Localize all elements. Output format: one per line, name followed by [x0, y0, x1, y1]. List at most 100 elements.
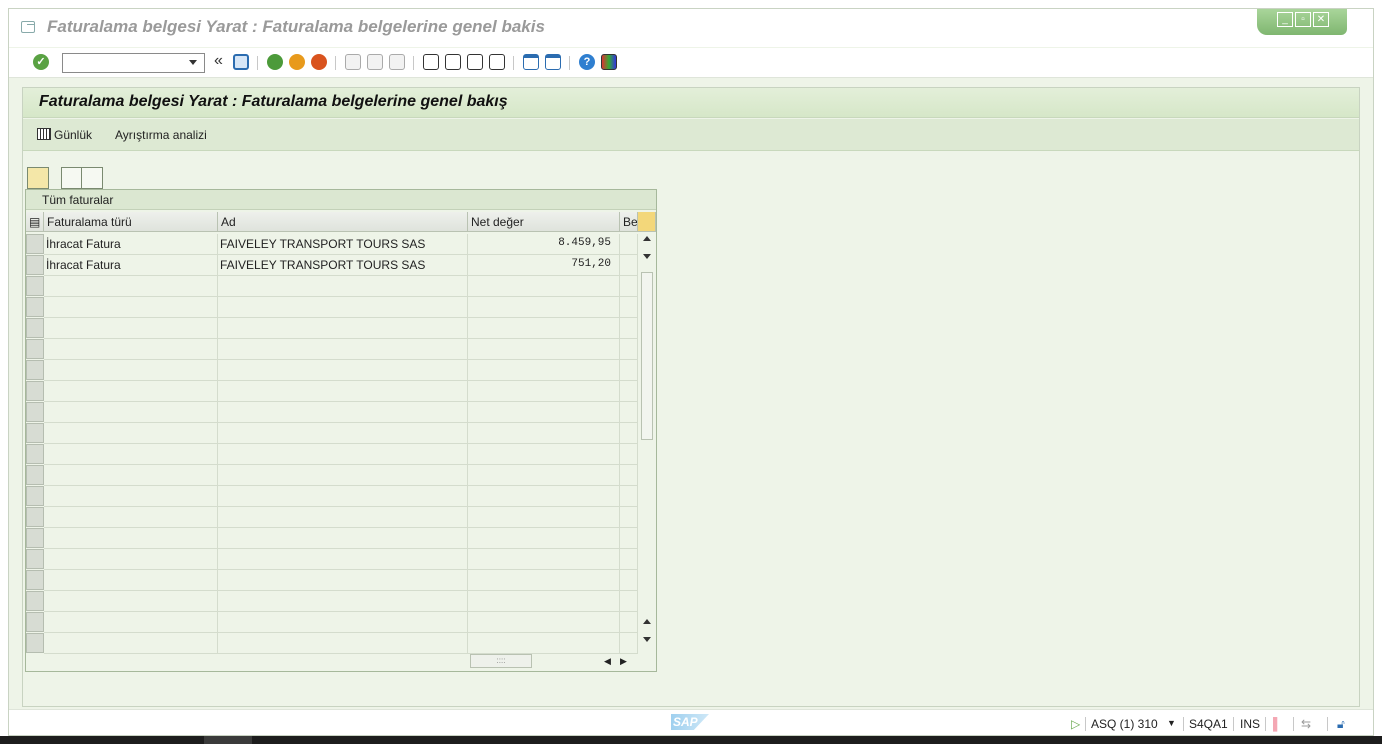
cell-billing-type[interactable] [44, 339, 218, 360]
cell-net-value[interactable] [468, 612, 620, 633]
cell-name[interactable] [218, 465, 468, 486]
log-button[interactable]: Günlük [54, 128, 92, 142]
first-page-icon[interactable] [423, 54, 439, 70]
cell-be[interactable] [620, 276, 638, 297]
select-layout-icon[interactable] [61, 167, 83, 189]
command-field[interactable] [62, 53, 205, 73]
cell-be[interactable] [620, 465, 638, 486]
cell-name[interactable] [218, 549, 468, 570]
row-selector[interactable] [26, 570, 44, 590]
cell-billing-type[interactable] [44, 591, 218, 612]
exit-icon[interactable] [289, 54, 305, 70]
cell-be[interactable] [620, 528, 638, 549]
cell-net-value[interactable] [468, 444, 620, 465]
cell-be[interactable] [620, 255, 638, 276]
row-selector[interactable] [26, 591, 44, 611]
cell-net-value[interactable] [468, 360, 620, 381]
row-selector[interactable] [26, 234, 44, 254]
scroll-down-icon[interactable] [643, 254, 651, 259]
cell-net-value[interactable]: 8.459,95 [468, 234, 620, 255]
cell-billing-type[interactable] [44, 507, 218, 528]
scroll-page-up-icon[interactable] [643, 619, 651, 624]
cell-name[interactable] [218, 591, 468, 612]
cell-name[interactable] [218, 381, 468, 402]
row-selector[interactable] [26, 297, 44, 317]
row-selector[interactable] [26, 507, 44, 527]
cell-name[interactable] [218, 486, 468, 507]
cell-billing-type[interactable] [44, 570, 218, 591]
cell-be[interactable] [620, 402, 638, 423]
cell-name[interactable] [218, 318, 468, 339]
cell-be[interactable] [620, 318, 638, 339]
row-selector[interactable] [26, 465, 44, 485]
column-header-be[interactable]: Be [620, 212, 638, 232]
cell-be[interactable] [620, 297, 638, 318]
find-next-icon[interactable] [389, 54, 405, 70]
cell-billing-type[interactable] [44, 360, 218, 381]
cell-net-value[interactable] [468, 276, 620, 297]
cell-name[interactable] [218, 444, 468, 465]
row-selector[interactable] [26, 255, 44, 275]
cell-net-value[interactable] [468, 528, 620, 549]
cell-name[interactable] [218, 276, 468, 297]
cell-billing-type[interactable] [44, 402, 218, 423]
cell-net-value[interactable] [468, 570, 620, 591]
collapse-command-field-icon[interactable]: « [214, 52, 223, 70]
row-selector[interactable] [26, 549, 44, 569]
back-icon[interactable] [267, 54, 283, 70]
cell-name[interactable] [218, 507, 468, 528]
cell-be[interactable] [620, 570, 638, 591]
cell-net-value[interactable] [468, 633, 620, 654]
cell-billing-type[interactable]: İhracat Fatura [44, 255, 218, 276]
row-selector[interactable] [26, 486, 44, 506]
cell-net-value[interactable] [468, 486, 620, 507]
cell-billing-type[interactable] [44, 381, 218, 402]
scroll-right-icon[interactable]: ▶ [620, 656, 627, 667]
next-page-icon[interactable] [467, 54, 483, 70]
print-icon[interactable] [345, 54, 361, 70]
cell-billing-type[interactable] [44, 444, 218, 465]
cell-be[interactable] [620, 549, 638, 570]
shortcut-icon[interactable] [545, 54, 561, 70]
cell-billing-type[interactable] [44, 612, 218, 633]
log-icon[interactable] [37, 128, 51, 140]
system-info[interactable]: ASQ (1) 310 [1091, 717, 1158, 731]
cell-billing-type[interactable] [44, 549, 218, 570]
cell-billing-type[interactable] [44, 465, 218, 486]
scroll-thumb[interactable] [641, 272, 653, 440]
cell-be[interactable] [620, 339, 638, 360]
help-icon[interactable]: ? [579, 54, 595, 70]
split-analysis-button[interactable]: Ayrıştırma analizi [115, 128, 207, 142]
cell-billing-type[interactable] [44, 423, 218, 444]
cell-name[interactable] [218, 402, 468, 423]
cell-billing-type[interactable] [44, 276, 218, 297]
row-selector[interactable] [26, 276, 44, 296]
column-settings-icon[interactable] [638, 212, 656, 232]
cell-net-value[interactable] [468, 402, 620, 423]
window-menu-icon[interactable] [21, 21, 35, 33]
horizontal-scrollbar[interactable]: :::: ◀ ▶ [470, 654, 630, 668]
customize-layout-icon[interactable] [601, 54, 617, 70]
cell-name[interactable] [218, 570, 468, 591]
cell-name[interactable] [218, 612, 468, 633]
scroll-up-icon[interactable] [643, 236, 651, 241]
cell-net-value[interactable] [468, 318, 620, 339]
column-header-net-value[interactable]: Net değer [468, 212, 620, 232]
cell-be[interactable] [620, 423, 638, 444]
cell-billing-type[interactable] [44, 297, 218, 318]
select-all-icon[interactable]: ▤ [26, 212, 44, 232]
cell-be[interactable] [620, 507, 638, 528]
row-selector[interactable] [26, 423, 44, 443]
cell-name[interactable]: FAIVELEY TRANSPORT TOURS SAS [218, 234, 468, 255]
cell-net-value[interactable]: 751,20 [468, 255, 620, 276]
cancel-icon[interactable] [311, 54, 327, 70]
cell-billing-type[interactable] [44, 318, 218, 339]
column-header-billing-type[interactable]: Faturalama türü [44, 212, 218, 232]
scroll-page-down-icon[interactable] [643, 637, 651, 642]
cell-net-value[interactable] [468, 339, 620, 360]
row-selector[interactable] [26, 612, 44, 632]
minimize-icon[interactable]: _ [1277, 12, 1293, 27]
enter-icon[interactable]: ✓ [33, 54, 49, 70]
cell-billing-type[interactable] [44, 486, 218, 507]
taskbar-item[interactable] [204, 736, 252, 744]
